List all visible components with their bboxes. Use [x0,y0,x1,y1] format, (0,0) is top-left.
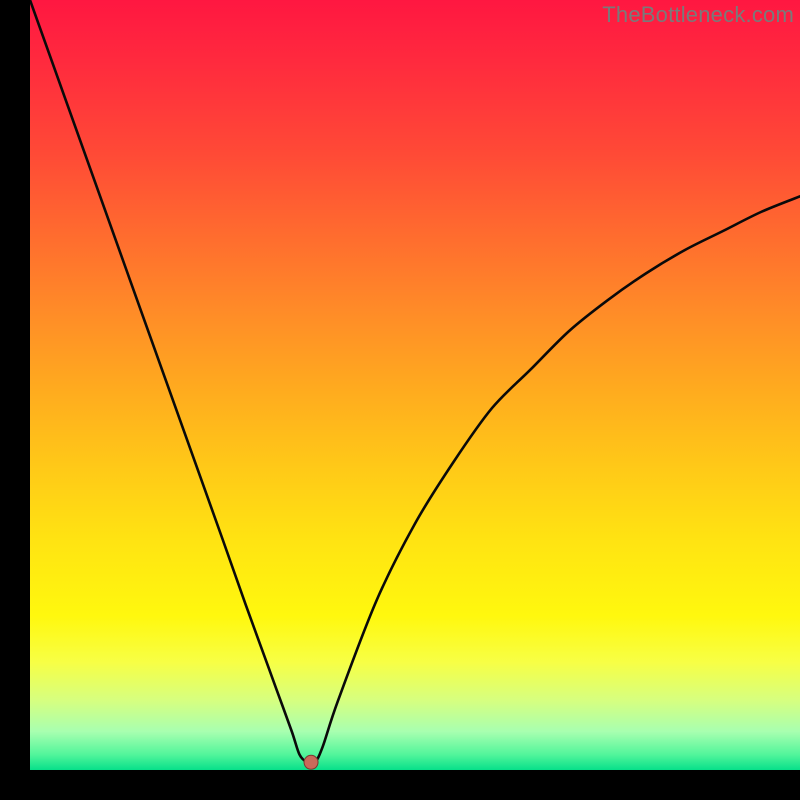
plot-area [30,0,800,770]
curve-layer [30,0,800,770]
bottleneck-curve [30,0,800,764]
watermark-text: TheBottleneck.com [602,2,794,28]
minimum-marker [304,755,318,769]
chart-frame: TheBottleneck.com [0,0,800,800]
